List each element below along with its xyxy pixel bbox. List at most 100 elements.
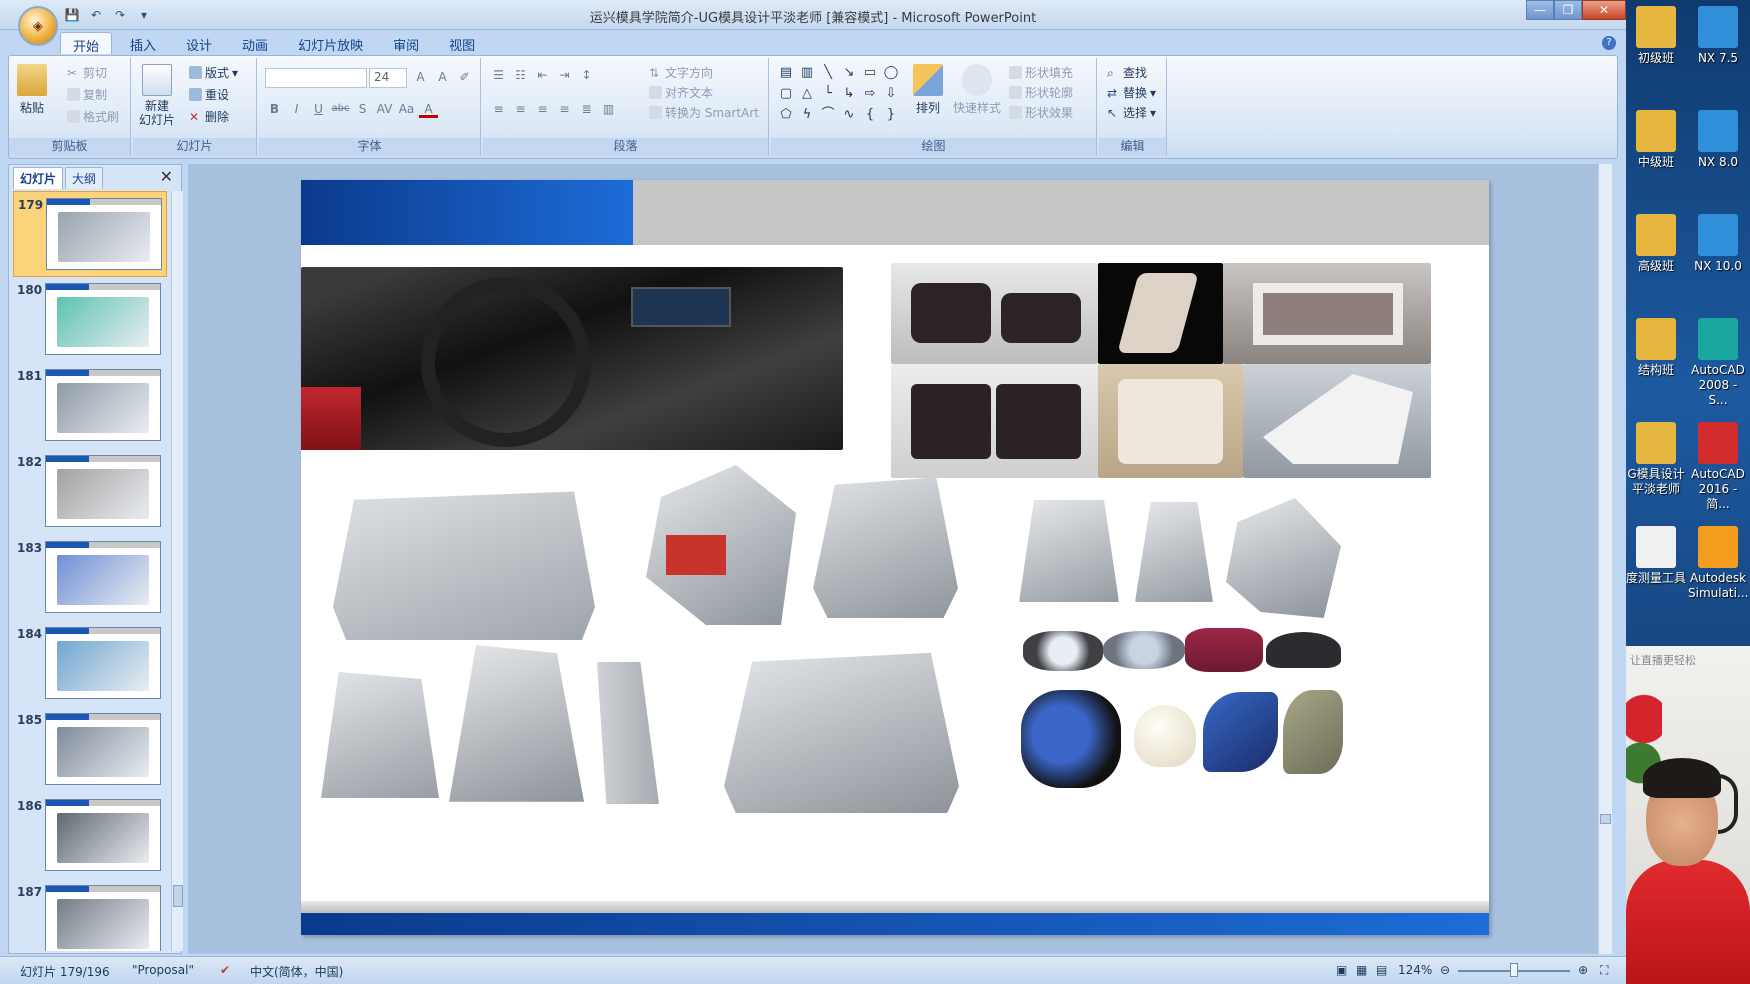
numbering-icon[interactable]: ☷ xyxy=(511,66,530,84)
desktop-shortcut[interactable]: NX 8.0 xyxy=(1688,110,1748,170)
italic-button[interactable]: I xyxy=(287,100,306,118)
desktop-shortcut[interactable]: 结构班 xyxy=(1626,318,1686,378)
office-button[interactable]: ◈ xyxy=(18,6,58,46)
slide-thumbnail[interactable]: 185 xyxy=(13,707,167,793)
shrink-font-button[interactable]: A xyxy=(433,68,452,86)
desktop-shortcut[interactable]: Autodesk Simulati... xyxy=(1688,526,1748,601)
close-button[interactable]: ✕ xyxy=(1582,0,1626,20)
char-spacing-button[interactable]: AV xyxy=(375,100,394,118)
zoom-out-icon[interactable]: ⊖ xyxy=(1440,963,1450,977)
copy-button[interactable]: 复制 xyxy=(67,86,107,103)
change-case-button[interactable]: Aa xyxy=(397,100,416,118)
desktop-shortcut[interactable]: G模具设计 平淡老师 xyxy=(1626,422,1686,497)
tab-slides[interactable]: 幻灯片 xyxy=(13,167,64,189)
panel-scroll-thumb[interactable] xyxy=(173,885,183,907)
right-arrow-shape-icon[interactable]: ⇨ xyxy=(861,85,879,103)
help-icon[interactable]: ? xyxy=(1602,36,1616,50)
elbow-arrow-shape-icon[interactable]: ↳ xyxy=(840,85,858,103)
slide-thumbnail[interactable]: 181 xyxy=(13,363,167,449)
arrow-line-shape-icon[interactable]: ↘ xyxy=(840,64,858,82)
current-slide[interactable] xyxy=(301,180,1489,935)
justify-icon[interactable]: ≡ xyxy=(555,100,574,118)
line-shape-icon[interactable]: ╲ xyxy=(819,64,837,82)
arc-shape-icon[interactable]: ⌒ xyxy=(819,106,837,124)
align-right-icon[interactable]: ≡ xyxy=(533,100,552,118)
vtextbox-shape-icon[interactable]: ▥ xyxy=(798,64,816,82)
slide-thumbnail[interactable]: 184 xyxy=(13,621,167,707)
minimize-button[interactable]: — xyxy=(1526,0,1554,20)
grow-font-button[interactable]: A xyxy=(411,68,430,86)
panel-scrollbar[interactable] xyxy=(171,191,183,951)
desktop-shortcut[interactable]: 度测量工具 xyxy=(1626,526,1686,586)
new-slide-button[interactable]: 新建 幻灯片 xyxy=(139,64,175,127)
shape-fill-button[interactable]: 形状填充 xyxy=(1009,64,1073,81)
decrease-indent-icon[interactable]: ⇤ xyxy=(533,66,552,84)
rounded-rect-shape-icon[interactable]: ▢ xyxy=(777,85,795,103)
slide-scrollbar[interactable] xyxy=(1598,164,1612,954)
desktop-shortcut[interactable]: NX 7.5 xyxy=(1688,6,1748,66)
underline-button[interactable]: U xyxy=(309,100,328,118)
desktop-shortcut[interactable]: NX 10.0 xyxy=(1688,214,1748,274)
desktop-shortcut[interactable]: AutoCAD 2016 - 简... xyxy=(1688,422,1748,512)
delete-slide-button[interactable]: ✕ 删除 xyxy=(189,108,229,125)
tab-slideshow[interactable]: 幻灯片放映 xyxy=(286,32,375,54)
slideshow-view-icon[interactable]: ▤ xyxy=(1376,963,1387,977)
tab-outline[interactable]: 大纲 xyxy=(65,167,104,189)
tab-insert[interactable]: 插入 xyxy=(118,32,168,54)
language-indicator[interactable]: 中文(简体，中国) xyxy=(250,963,343,980)
columns-icon[interactable]: ▥ xyxy=(599,100,618,118)
increase-indent-icon[interactable]: ⇥ xyxy=(555,66,574,84)
freeform-shape-icon[interactable]: ⬠ xyxy=(777,106,795,124)
paste-button[interactable]: 粘贴 xyxy=(17,64,47,116)
tab-view[interactable]: 视图 xyxy=(437,32,487,54)
spellcheck-icon[interactable]: ✔ xyxy=(220,963,230,977)
slide-thumbnail[interactable]: 182 xyxy=(13,449,167,535)
font-color-button[interactable]: A xyxy=(419,100,438,118)
shape-effects-button[interactable]: 形状效果 xyxy=(1009,104,1073,121)
slide-scroll-thumb[interactable] xyxy=(1600,814,1611,824)
desktop-shortcut[interactable]: 中级班 xyxy=(1626,110,1686,170)
strikethrough-button[interactable]: abc xyxy=(331,100,350,118)
align-text-button[interactable]: 对齐文本 xyxy=(649,84,713,101)
format-painter-button[interactable]: 格式刷 xyxy=(67,108,119,125)
cut-button[interactable]: ✂ 剪切 xyxy=(67,64,107,81)
slide-thumbnail[interactable]: 179 xyxy=(13,191,167,277)
fit-window-icon[interactable]: ⛶ xyxy=(1600,963,1608,978)
desktop-shortcut[interactable]: AutoCAD 2008 - S... xyxy=(1688,318,1748,408)
slide-thumbnail[interactable]: 180 xyxy=(13,277,167,363)
down-arrow-shape-icon[interactable]: ⇩ xyxy=(882,85,900,103)
reset-button[interactable]: 重设 xyxy=(189,86,229,103)
slide-thumbnail[interactable]: 187 xyxy=(13,879,167,951)
smartart-button[interactable]: 转换为 SmartArt xyxy=(649,104,759,121)
desktop-shortcut[interactable]: 高级班 xyxy=(1626,214,1686,274)
tab-animations[interactable]: 动画 xyxy=(230,32,280,54)
find-button[interactable]: ⌕ 查找 xyxy=(1107,64,1147,81)
text-direction-button[interactable]: ⇅ 文字方向 xyxy=(649,64,713,81)
right-brace-shape-icon[interactable]: } xyxy=(882,106,900,124)
line-spacing-icon[interactable]: ↕ xyxy=(577,66,596,84)
triangle-shape-icon[interactable]: △ xyxy=(798,85,816,103)
textbox-shape-icon[interactable]: ▤ xyxy=(777,64,795,82)
distribute-icon[interactable]: ≣ xyxy=(577,100,596,118)
normal-view-icon[interactable]: ▣ xyxy=(1336,963,1347,977)
select-button[interactable]: ↖ 选择 ▾ xyxy=(1107,104,1156,121)
slide-sorter-icon[interactable]: ▦ xyxy=(1356,963,1367,977)
desktop-shortcut[interactable]: 初级班 xyxy=(1626,6,1686,66)
oval-shape-icon[interactable]: ◯ xyxy=(882,64,900,82)
curve-shape-icon[interactable]: ∿ xyxy=(840,106,858,124)
tab-home[interactable]: 开始 xyxy=(60,32,113,55)
shadow-button[interactable]: S xyxy=(353,100,372,118)
tab-design[interactable]: 设计 xyxy=(174,32,224,54)
shape-outline-button[interactable]: 形状轮廓 xyxy=(1009,84,1073,101)
font-name-combo[interactable] xyxy=(265,68,367,88)
slide-thumbnail[interactable]: 183 xyxy=(13,535,167,621)
replace-button[interactable]: ⇄ 替换 ▾ xyxy=(1107,84,1156,101)
rectangle-shape-icon[interactable]: ▭ xyxy=(861,64,879,82)
bullets-icon[interactable]: ☰ xyxy=(489,66,508,84)
zoom-slider-knob[interactable] xyxy=(1510,963,1518,977)
layout-button[interactable]: 版式 ▾ xyxy=(189,64,238,81)
font-size-combo[interactable]: 24 xyxy=(369,68,407,88)
quick-styles-button[interactable]: 快速样式 xyxy=(953,64,1001,116)
lightning-shape-icon[interactable]: ϟ xyxy=(798,106,816,124)
arrange-button[interactable]: 排列 xyxy=(913,64,943,116)
